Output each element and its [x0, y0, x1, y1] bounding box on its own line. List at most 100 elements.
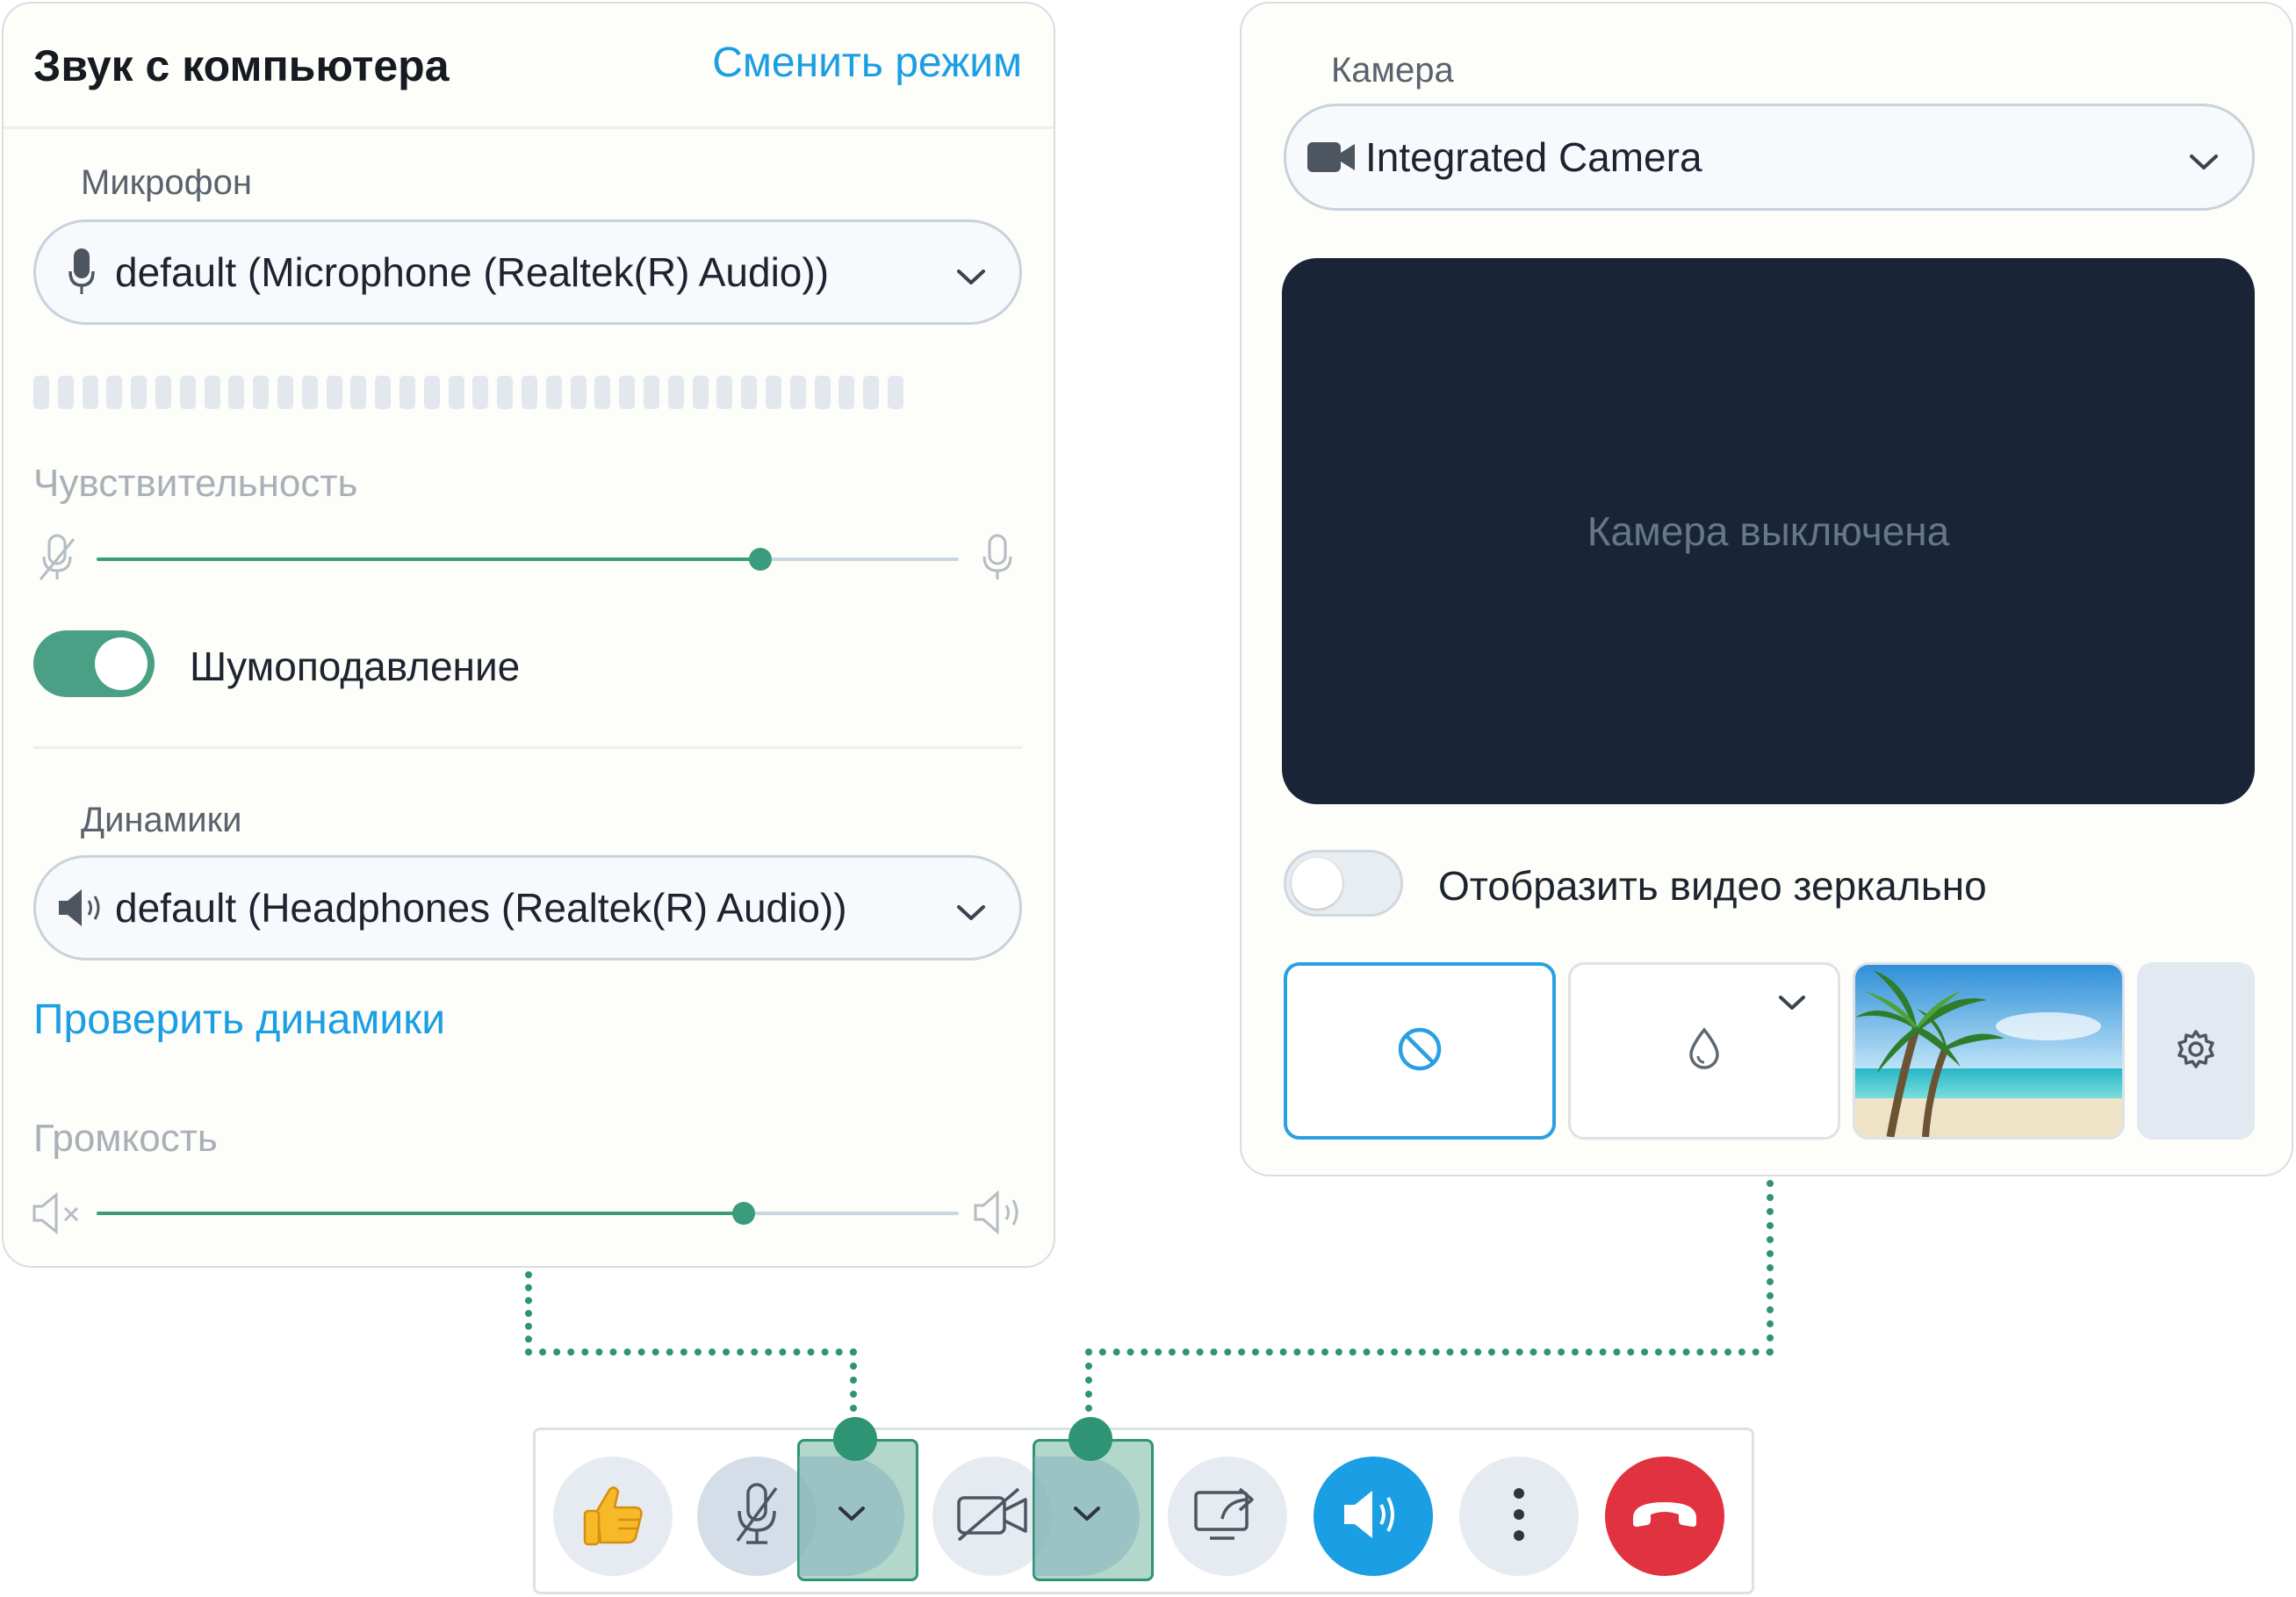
sensitivity-slider[interactable] [97, 548, 959, 571]
camera-off-text: Камера выключена [1587, 508, 1950, 554]
level-bar [765, 376, 781, 409]
connector-line [1085, 1349, 1774, 1356]
sensitivity-slider-fill [97, 558, 761, 561]
volume-mute-icon [32, 1191, 86, 1239]
sensitivity-slider-handle[interactable] [749, 548, 773, 571]
background-settings-button[interactable] [2137, 962, 2255, 1140]
background-blur-tile[interactable] [1568, 962, 1840, 1140]
level-bar [82, 376, 98, 409]
level-bar [716, 376, 733, 409]
hang-up-button[interactable] [1605, 1457, 1724, 1576]
level-bar [253, 376, 270, 409]
level-bar [423, 376, 440, 409]
level-bar [497, 376, 514, 409]
microphone-level-meter [33, 376, 903, 409]
mirror-video-toggle[interactable] [1284, 850, 1403, 917]
level-bar [448, 376, 464, 409]
mirror-video-label: Отобразить видео зеркально [1438, 863, 1987, 909]
level-bar [814, 376, 831, 409]
microphone-off-icon [37, 534, 77, 587]
gear-icon [2175, 1028, 2217, 1075]
level-bar [131, 376, 148, 409]
level-bar [326, 376, 342, 409]
level-bar [594, 376, 611, 409]
level-bar [619, 376, 636, 409]
noise-suppression-toggle[interactable] [33, 630, 155, 697]
level-bar [643, 376, 659, 409]
level-bar [106, 376, 123, 409]
level-bar [887, 376, 903, 409]
volume-slider-fill [97, 1212, 744, 1215]
share-screen-button[interactable] [1168, 1457, 1287, 1576]
speaker-icon [57, 887, 106, 929]
audio-settings-panel: Звук с компьютера Сменить режим Микрофон… [2, 2, 1055, 1268]
chevron-down-icon [838, 1506, 866, 1528]
phone-hangup-icon [1630, 1497, 1700, 1536]
divider [4, 126, 1054, 129]
connector-dot [833, 1417, 877, 1461]
more-options-button[interactable] [1459, 1457, 1579, 1576]
level-bar [179, 376, 196, 409]
test-speakers-link[interactable]: Проверить динамики [33, 996, 445, 1044]
switch-mode-link[interactable]: Сменить режим [712, 39, 1022, 87]
divider [33, 746, 1022, 749]
chevron-down-icon [956, 248, 986, 296]
level-bar [839, 376, 855, 409]
chevron-down-icon [2189, 133, 2219, 181]
level-bar [545, 376, 562, 409]
camera-select[interactable]: Integrated Camera [1284, 104, 2255, 211]
level-bar [33, 376, 49, 409]
level-bar [472, 376, 489, 409]
background-none-tile[interactable] [1284, 962, 1556, 1140]
connector-line [1767, 1180, 1774, 1356]
chevron-down-icon [1073, 1506, 1101, 1528]
level-bar [570, 376, 587, 409]
chevron-down-icon[interactable] [1778, 995, 1806, 1017]
camera-preview: Камера выключена [1282, 258, 2255, 804]
speakers-label: Динамики [81, 801, 242, 839]
level-bar [399, 376, 415, 409]
level-bar [789, 376, 806, 409]
speaker-volume-icon [1341, 1485, 1406, 1548]
level-bar [57, 376, 74, 409]
speaker-button[interactable] [1314, 1457, 1433, 1576]
toggle-thumb [1292, 858, 1342, 909]
speakers-select-value: default (Headphones (Realtek(R) Audio)) [115, 885, 847, 931]
microphone-select-value: default (Microphone (Realtek(R) Audio)) [115, 249, 830, 295]
connector-dot [1069, 1417, 1112, 1461]
beach-palm-image [1855, 965, 2122, 1137]
background-beach-tile[interactable] [1853, 962, 2125, 1140]
reactions-button[interactable] [553, 1457, 673, 1576]
level-bar [863, 376, 880, 409]
level-bar [155, 376, 171, 409]
volume-up-icon [973, 1190, 1027, 1239]
video-settings-panel: Камера Integrated Camera Камера выключен… [1240, 2, 2293, 1176]
level-bar [692, 376, 709, 409]
volume-label: Громкость [33, 1117, 218, 1160]
camera-label: Камера [1331, 51, 1454, 90]
level-bar [741, 376, 758, 409]
connector-line [525, 1271, 532, 1356]
volume-slider[interactable] [97, 1202, 959, 1225]
connector-line [525, 1349, 857, 1356]
level-bar [277, 376, 293, 409]
microphone-icon [980, 534, 1015, 587]
thumbs-up-icon [579, 1481, 646, 1552]
sensitivity-label: Чувствительность [33, 462, 358, 505]
panel-title: Звук с компьютера [33, 41, 450, 90]
toggle-thumb [95, 637, 148, 690]
video-camera-icon [1307, 140, 1357, 174]
level-bar [301, 376, 318, 409]
level-bar [204, 376, 220, 409]
microphone-label: Микрофон [81, 163, 252, 202]
level-bar [228, 376, 245, 409]
blur-drop-icon [1687, 1026, 1722, 1076]
level-bar [521, 376, 537, 409]
volume-slider-handle[interactable] [731, 1202, 755, 1225]
microphone-select[interactable]: default (Microphone (Realtek(R) Audio)) [33, 219, 1022, 325]
level-bar [375, 376, 392, 409]
chevron-down-icon [956, 884, 986, 932]
speakers-select[interactable]: default (Headphones (Realtek(R) Audio)) [33, 855, 1022, 960]
microphone-off-icon [731, 1481, 783, 1552]
level-bar [350, 376, 367, 409]
